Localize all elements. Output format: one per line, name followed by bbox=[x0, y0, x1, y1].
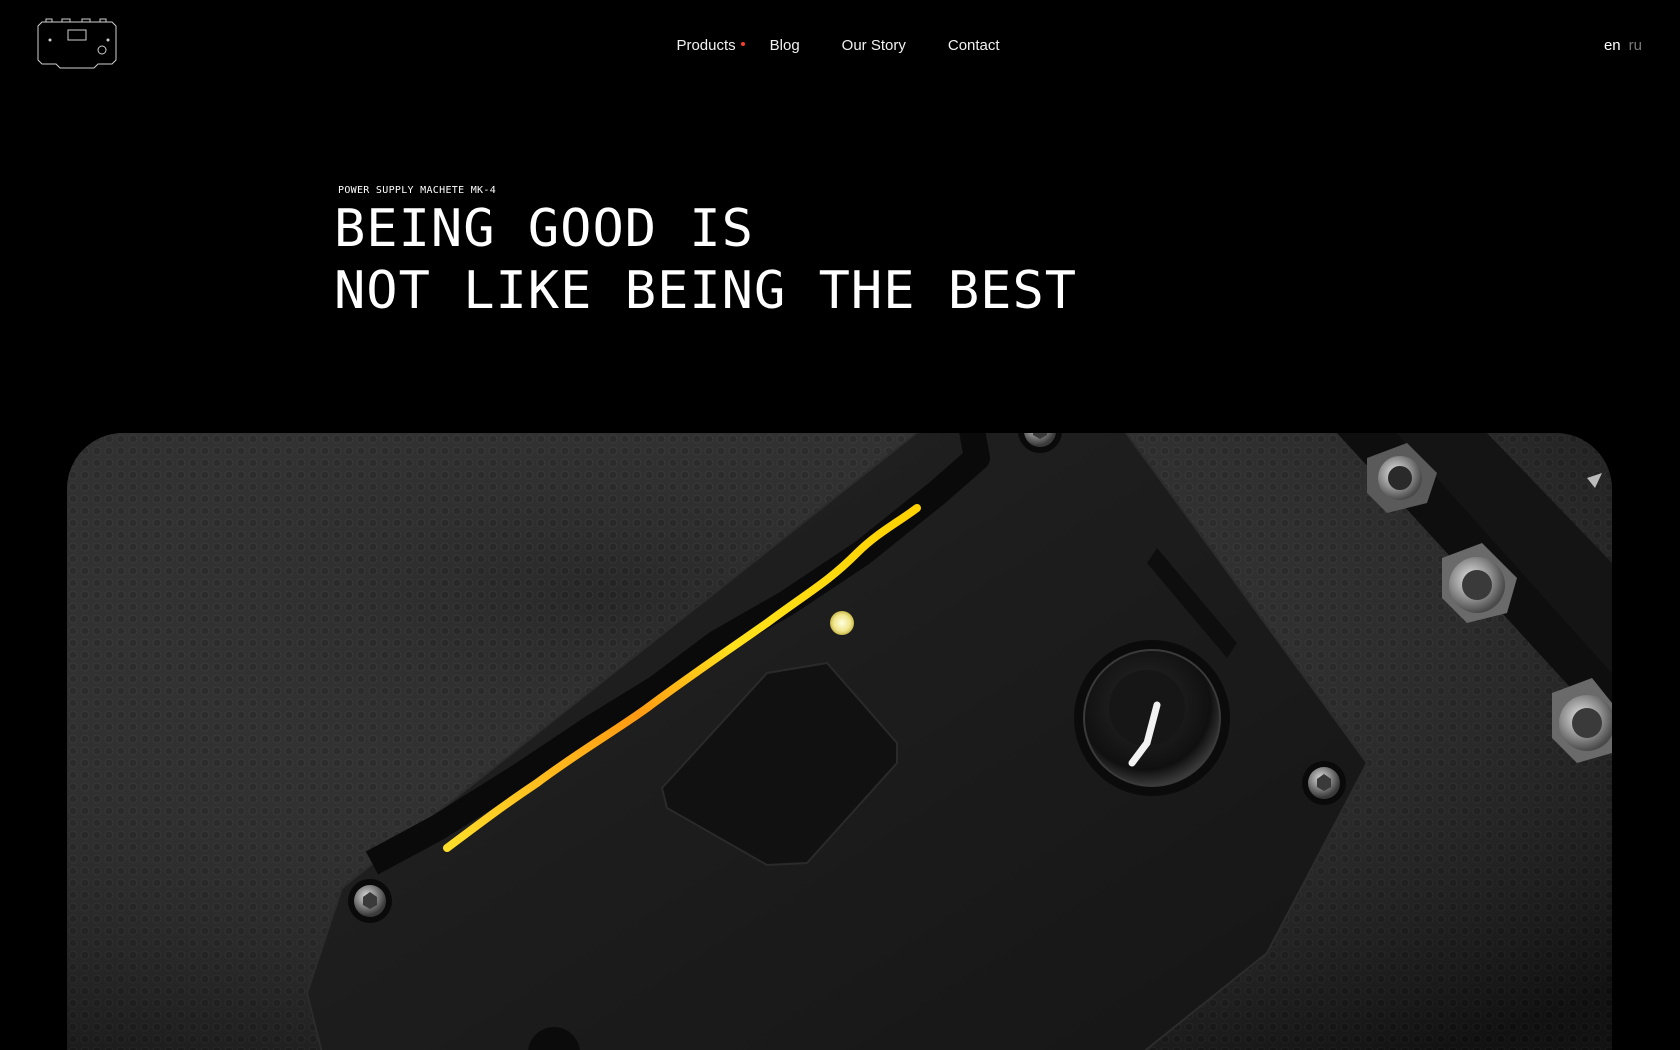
page: Products Blog Our Story Contact en ru PO… bbox=[0, 0, 1680, 1050]
knob-icon bbox=[1074, 640, 1230, 796]
screw-icon bbox=[348, 879, 392, 923]
main-nav: Products Blog Our Story Contact bbox=[0, 37, 1680, 55]
nav-products-label: Products bbox=[676, 37, 736, 54]
screw-icon bbox=[1302, 761, 1346, 805]
headline-line-2: NOT LIKE BEING THE BEST bbox=[334, 261, 1078, 321]
lang-en[interactable]: en bbox=[1604, 37, 1621, 55]
nav-products[interactable]: Products bbox=[676, 37, 745, 55]
nav-our-story[interactable]: Our Story bbox=[842, 37, 906, 55]
headline-line-1: BEING GOOD IS bbox=[334, 199, 754, 259]
status-led bbox=[830, 611, 854, 635]
language-switcher: en ru bbox=[1604, 37, 1642, 55]
lang-ru[interactable]: ru bbox=[1629, 37, 1642, 55]
nav-blog[interactable]: Blog bbox=[770, 37, 800, 55]
hero-headline: BEING GOOD IS NOT LIKE BEING THE BEST bbox=[334, 198, 1077, 322]
nav-contact[interactable]: Contact bbox=[948, 37, 1000, 55]
product-eyebrow: POWER SUPPLY MACHETE MK-4 bbox=[338, 185, 497, 196]
active-dot-indicator bbox=[740, 42, 745, 46]
product-hero-image bbox=[67, 433, 1612, 1050]
